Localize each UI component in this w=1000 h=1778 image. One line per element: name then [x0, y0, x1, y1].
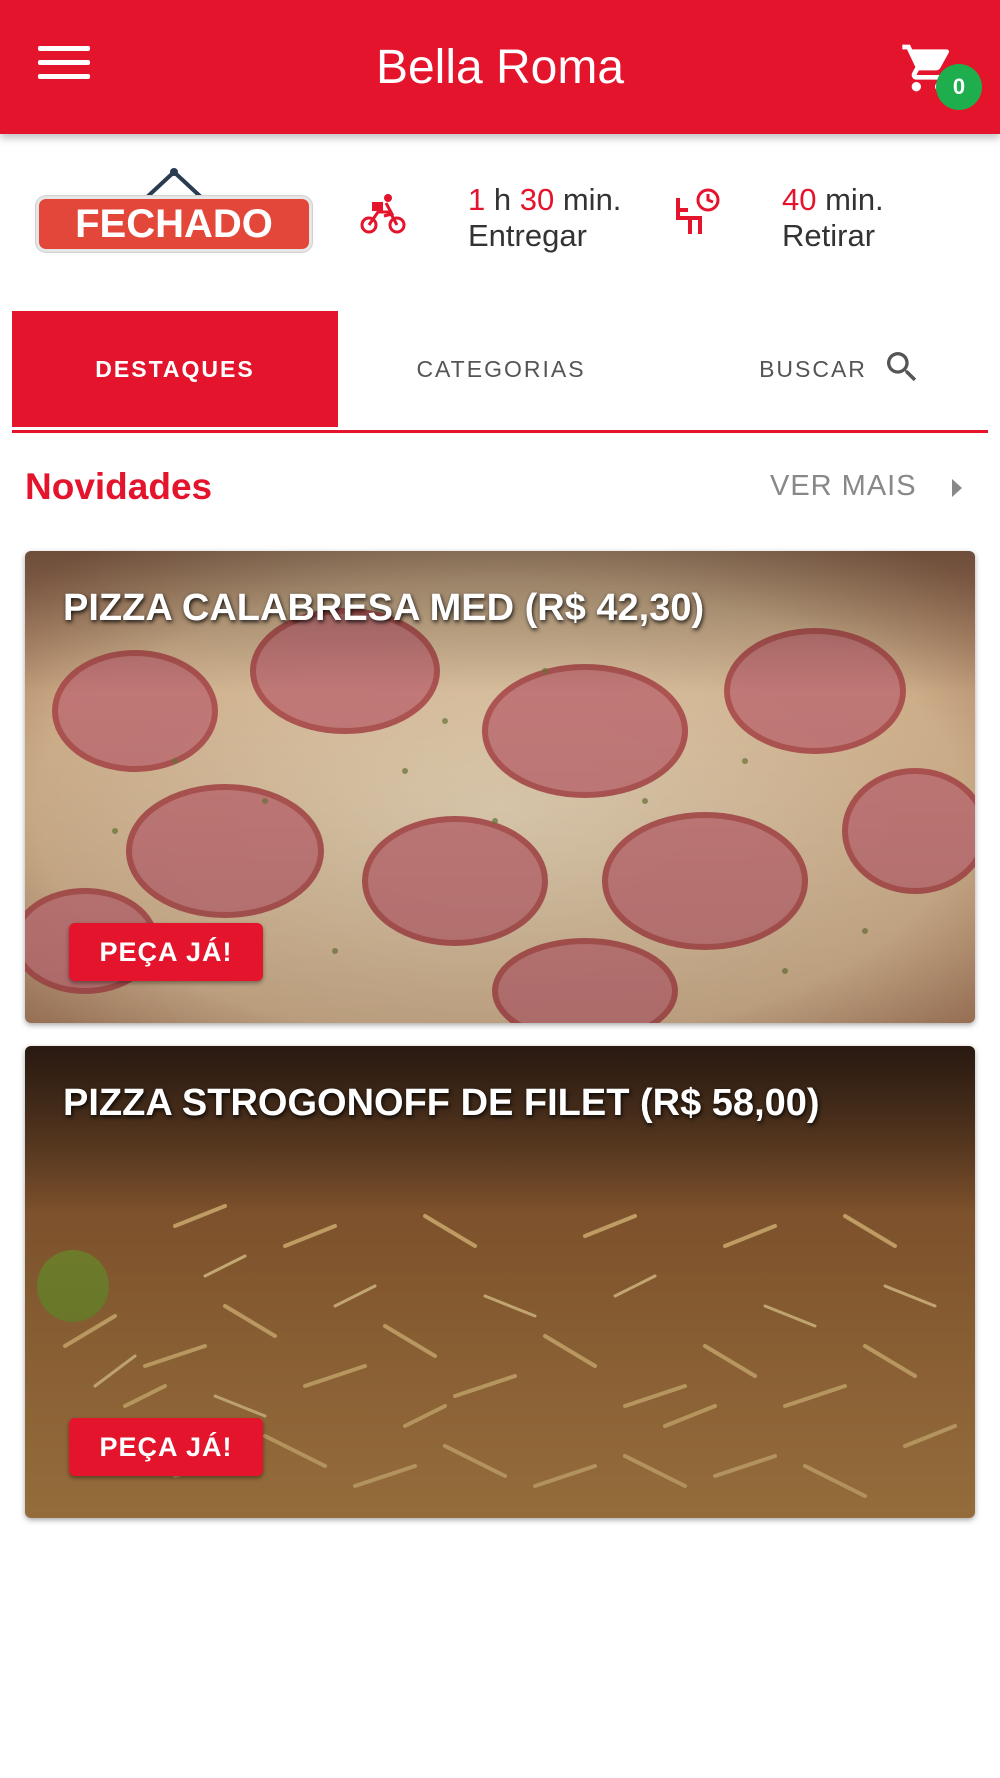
order-now-button[interactable]: PEÇA JÁ!	[69, 1418, 263, 1476]
tab-bar: DESTAQUES CATEGORIAS BUSCAR	[12, 311, 988, 433]
pickup-minutes-unit: min.	[825, 182, 884, 217]
delivery-hours: 1	[468, 182, 486, 217]
tab-buscar[interactable]: BUSCAR	[664, 311, 990, 427]
cart-count-badge: 0	[936, 64, 982, 110]
section-title: Novidades	[25, 466, 213, 507]
product-card[interactable]: PIZZA STROGONOFF DE FILET (R$ 58,00) PEÇ…	[25, 1046, 975, 1518]
app-title: Bella Roma	[375, 41, 625, 94]
product-name: PIZZA CALABRESA MED (R$ 42,30)	[63, 587, 705, 629]
product-card[interactable]: PIZZA CALABRESA MED (R$ 42,30) PEÇA JÁ!	[25, 551, 975, 1023]
store-status-sign: FECHADO	[36, 166, 312, 252]
chevron-right-icon[interactable]	[950, 477, 964, 499]
order-now-button[interactable]: PEÇA JÁ!	[69, 923, 263, 981]
pickup-label: Retirar	[782, 218, 876, 253]
store-status-label: FECHADO	[36, 196, 312, 252]
product-name: PIZZA STROGONOFF DE FILET (R$ 58,00)	[63, 1082, 820, 1124]
pickup-clock-icon	[676, 188, 720, 234]
delivery-time: 1 h 30 min. Entregar	[468, 182, 621, 254]
see-more-link[interactable]: VER MAIS	[770, 470, 917, 503]
tab-categorias[interactable]: CATEGORIAS	[338, 311, 664, 427]
tab-destaques[interactable]: DESTAQUES	[12, 311, 338, 427]
delivery-label: Entregar	[468, 218, 587, 253]
delivery-minutes-unit: min.	[562, 182, 622, 217]
tab-buscar-label: BUSCAR	[759, 356, 867, 382]
delivery-minutes: 30	[519, 182, 555, 217]
pickup-time: 40 min. Retirar	[782, 182, 884, 254]
delivery-motorcycle-icon	[360, 194, 406, 234]
pickup-minutes: 40	[782, 182, 817, 217]
cart-button[interactable]: 0	[900, 40, 982, 110]
app-bar: Bella Roma 0	[0, 0, 1000, 134]
delivery-hours-unit: h	[493, 182, 512, 217]
tabs-underline	[12, 430, 988, 433]
search-icon	[887, 352, 917, 382]
